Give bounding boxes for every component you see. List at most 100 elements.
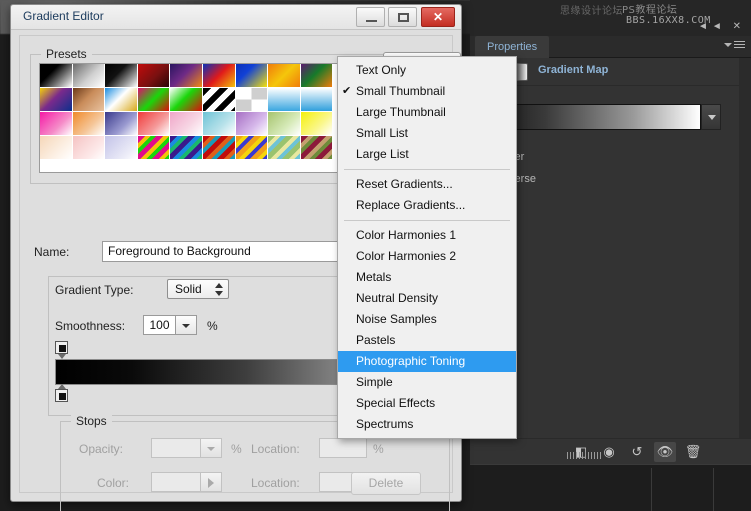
gradient-type-select[interactable]: Solid [167,279,229,299]
opacity-label: Opacity: [79,442,123,456]
gradient-preset-swatch[interactable] [236,88,269,112]
gradient-preset-swatch[interactable] [138,112,171,136]
menu-separator [344,169,510,170]
maximize-button[interactable] [388,7,417,27]
gradient-type-label: Gradient Type: [55,283,134,297]
presets-swatch-well[interactable] [39,63,339,173]
gradient-preset-swatch[interactable] [105,112,138,136]
color-dropdown-button[interactable] [201,472,222,492]
menu-item[interactable]: Neutral Density [338,288,516,309]
close-panel-icon[interactable]: ✕ [733,21,745,32]
gradient-preset-swatch[interactable] [268,88,301,112]
gradient-preset-swatch[interactable] [170,88,203,112]
menu-item[interactable]: Color Harmonies 1 [338,225,516,246]
menu-item[interactable]: Photographic Toning [338,351,516,372]
opacity-location-input[interactable] [319,438,367,458]
toggle-visibility-icon[interactable]: 👁 [654,442,676,462]
menu-item[interactable]: Special Effects [338,393,516,414]
gradient-preset-swatch[interactable] [301,88,334,112]
gradient-preset-swatch[interactable] [203,112,236,136]
gradient-preset-swatch[interactable] [268,136,301,160]
menu-item[interactable]: Small List [338,123,516,144]
presets-options-menu: Text OnlySmall ThumbnailLarge ThumbnailS… [337,56,517,439]
menu-item[interactable]: Replace Gradients... [338,195,516,216]
adjustment-title: Gradient Map [538,64,608,76]
gradient-preset-swatch[interactable] [301,112,334,136]
gradient-map-dropdown-button[interactable] [701,104,721,130]
dialog-title: Gradient Editor [23,9,104,23]
gradient-preset-swatch[interactable] [73,64,106,88]
menu-item[interactable]: Large Thumbnail [338,102,516,123]
gradient-preset-swatch[interactable] [138,136,171,160]
smoothness-input[interactable]: 100 [143,315,176,335]
gradient-preset-swatch[interactable] [105,64,138,88]
panel-tab-strip: Properties [470,36,751,58]
chevron-down-icon [708,115,716,120]
panel-resize-grip[interactable] [567,452,603,459]
collapse-panel-icon[interactable]: ◄◄ [698,21,726,32]
reset-adjustment-icon[interactable]: ↺ [626,442,648,462]
menu-item[interactable]: Small Thumbnail [338,81,516,102]
gradient-preset-swatch[interactable] [236,112,269,136]
menu-item[interactable]: Pastels [338,330,516,351]
gradient-preset-swatch[interactable] [40,88,73,112]
panel-window-controls[interactable]: ◄◄ ✕ [698,21,745,32]
hamburger-icon [734,41,745,50]
color-swatch-button[interactable] [151,472,201,492]
opacity-location-unit: % [373,442,384,456]
opacity-dropdown-button[interactable] [201,438,222,458]
opacity-location-label: Location: [251,442,300,456]
gradient-preset-swatch[interactable] [301,64,334,88]
name-label: Name: [34,245,69,259]
delete-stop-button[interactable]: Delete [351,472,421,495]
chevron-down-icon [182,324,190,328]
screen: 思缘设计论坛 PS教程论坛 BBS.16XX8.COM ◄◄ ✕ Propert… [0,0,751,511]
tab-properties[interactable]: Properties [475,36,549,58]
menu-item[interactable]: Metals [338,267,516,288]
minimize-icon [366,20,377,22]
smoothness-dropdown-button[interactable] [176,315,197,335]
menu-item[interactable]: Simple [338,372,516,393]
menu-item[interactable]: Noise Samples [338,309,516,330]
gradient-preset-swatch[interactable] [203,88,236,112]
close-icon: ✕ [422,8,454,26]
gradient-preset-swatch[interactable] [170,64,203,88]
gradient-preset-swatch[interactable] [203,136,236,160]
gradient-preset-swatch[interactable] [170,112,203,136]
gradient-preset-swatch[interactable] [170,136,203,160]
menu-item[interactable]: Large List [338,144,516,165]
spinner-icon [215,283,223,296]
menu-item[interactable]: Reset Gradients... [338,174,516,195]
gradient-preset-swatch[interactable] [138,64,171,88]
gradient-preset-swatch[interactable] [40,64,73,88]
gradient-preset-swatch[interactable] [138,88,171,112]
smoothness-unit: % [207,319,218,333]
menu-item[interactable]: Spectrums [338,414,516,435]
chevron-down-icon [207,447,215,451]
delete-adjustment-icon[interactable]: 🗑 [682,442,704,462]
menu-item[interactable]: Text Only [338,60,516,81]
gradient-preset-swatch[interactable] [236,64,269,88]
gradient-preset-swatch[interactable] [268,112,301,136]
color-stop-handle[interactable] [55,389,68,402]
close-button[interactable]: ✕ [421,7,455,27]
gradient-preset-swatch[interactable] [203,64,236,88]
gradient-preset-swatch[interactable] [40,136,73,160]
minimize-button[interactable] [356,7,385,27]
gradient-preset-swatch[interactable] [73,136,106,160]
chevron-right-icon [208,478,214,488]
panel-menu-icon[interactable] [727,41,745,53]
opacity-stop-handle[interactable] [55,341,68,354]
gradient-preset-swatch[interactable] [105,136,138,160]
gradient-preset-swatch[interactable] [105,88,138,112]
properties-scrollbar[interactable] [739,58,751,438]
gradient-preset-swatch[interactable] [73,88,106,112]
gradient-preset-swatch[interactable] [40,112,73,136]
gradient-preset-swatch[interactable] [73,112,106,136]
opacity-input[interactable] [151,438,201,458]
gradient-preset-swatch[interactable] [301,136,334,160]
gradient-preset-swatch[interactable] [268,64,301,88]
menu-item[interactable]: Color Harmonies 2 [338,246,516,267]
dialog-title-bar[interactable]: Gradient Editor ✕ [11,5,461,30]
gradient-preset-swatch[interactable] [236,136,269,160]
